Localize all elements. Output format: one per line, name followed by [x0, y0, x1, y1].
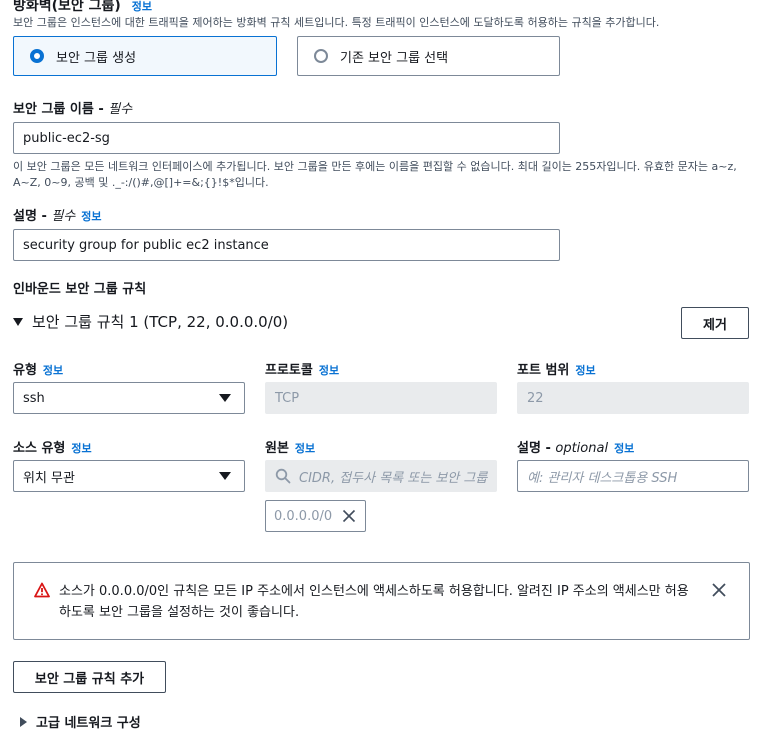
sg-desc-input[interactable]: security group for public ec2 instance — [13, 229, 560, 261]
create-security-group-label: 보안 그룹 생성 — [56, 50, 137, 66]
close-icon[interactable] — [342, 509, 356, 523]
sg-desc-label-text: 설명 - — [13, 209, 52, 224]
protocol-input: TCP — [265, 382, 497, 414]
warning-message: 소스가 0.0.0.0/0인 규칙은 모든 IP 주소에서 인스턴스에 액세스하… — [59, 581, 689, 623]
port-range-label-text: 포트 범위 — [517, 363, 570, 378]
protocol-label-text: 프로토콜 — [265, 363, 313, 378]
type-label: 유형 정보 — [13, 359, 63, 378]
search-icon — [275, 468, 291, 484]
firewall-info-link[interactable]: 정보 — [132, 0, 152, 13]
sg-desc-required: 필수 — [51, 209, 76, 224]
warning-line-2: 하도록 보안 그룹을 설정하는 것이 좋습니다. — [59, 605, 300, 620]
rule-expand-toggle[interactable]: 보안 그룹 규칙 1 (TCP, 22, 0.0.0.0/0) — [13, 311, 288, 332]
type-info-link[interactable]: 정보 — [43, 364, 63, 377]
caret-down-icon — [219, 394, 231, 402]
source-type-info-link[interactable]: 정보 — [71, 442, 91, 455]
source-search-input[interactable]: CIDR, 접두사 목록 또는 보안 그룹 — [265, 460, 497, 492]
add-security-group-rule-button[interactable]: 보안 그룹 규칙 추가 — [13, 661, 166, 693]
firewall-title-row: 방화벽(보안 그룹) 정보 — [13, 0, 152, 15]
source-type-label: 소스 유형 정보 — [13, 437, 92, 456]
firewall-title: 방화벽(보안 그룹) — [13, 0, 121, 14]
sg-name-label: 보안 그룹 이름 - 필수 — [13, 98, 132, 117]
source-type-select-value: 위치 무관 — [23, 470, 75, 486]
port-range-input: 22 — [517, 382, 749, 414]
close-icon[interactable] — [712, 583, 726, 597]
type-select-value: ssh — [23, 390, 45, 406]
rule-desc-input[interactable]: 예: 관리자 데스크톱용 SSH — [517, 460, 749, 492]
type-select[interactable]: ssh — [13, 382, 245, 414]
radio-selected-icon — [30, 49, 44, 63]
inbound-rules-title: 인바운드 보안 그룹 규칙 — [13, 282, 147, 297]
source-cidr-token-label: 0.0.0.0/0 — [274, 508, 333, 524]
source-type-label-text: 소스 유형 — [13, 441, 66, 456]
source-label-text: 원본 — [265, 441, 289, 456]
warning-line-1: 소스가 0.0.0.0/0인 규칙은 모든 IP 주소에서 인스턴스에 액세스하… — [59, 584, 689, 599]
warning-alert: 소스가 0.0.0.0/0인 규칙은 모든 IP 주소에서 인스턴스에 액세스하… — [13, 562, 750, 640]
sg-desc-label: 설명 - 필수 정보 — [13, 205, 102, 224]
rule-title: 보안 그룹 규칙 1 (TCP, 22, 0.0.0.0/0) — [32, 313, 289, 331]
sg-name-help-1: 이 보안 그룹은 모든 네트워크 인터페이스에 추가됩니다. 보안 그룹을 만든… — [13, 160, 737, 173]
radio-unselected-icon — [314, 49, 328, 63]
caret-right-icon — [20, 716, 27, 727]
sg-name-help-2: A~Z, 0~9, 공백 및 ._-:/()#,@[]+=&;{}!$*입니다. — [13, 176, 269, 189]
sg-desc-info-link[interactable]: 정보 — [81, 210, 101, 223]
source-label: 원본 정보 — [265, 437, 315, 456]
sg-name-required: 필수 — [108, 102, 133, 117]
select-existing-security-group-option[interactable]: 기존 보안 그룹 선택 — [297, 36, 560, 76]
type-label-text: 유형 — [13, 363, 37, 378]
source-search-placeholder: CIDR, 접두사 목록 또는 보안 그룹 — [299, 470, 488, 486]
warning-icon — [34, 582, 50, 598]
advanced-network-config-toggle[interactable]: 고급 네트워크 구성 — [20, 712, 141, 731]
remove-rule-button[interactable]: 제거 — [681, 307, 749, 339]
rule-desc-info-link[interactable]: 정보 — [614, 442, 634, 455]
port-range-label: 포트 범위 정보 — [517, 359, 596, 378]
protocol-info-link[interactable]: 정보 — [319, 364, 339, 377]
caret-down-icon — [219, 472, 231, 480]
firewall-description: 보안 그룹은 인스턴스에 대한 트래픽을 제어하는 방화벽 규칙 세트입니다. … — [13, 16, 660, 29]
source-info-link[interactable]: 정보 — [295, 442, 315, 455]
rule-desc-label: 설명 - optional 정보 — [517, 437, 634, 456]
create-security-group-option[interactable]: 보안 그룹 생성 — [13, 36, 277, 76]
caret-down-icon — [13, 317, 23, 326]
select-existing-security-group-label: 기존 보안 그룹 선택 — [340, 50, 449, 66]
advanced-network-config-label: 고급 네트워크 구성 — [36, 716, 141, 731]
sg-name-label-text: 보안 그룹 이름 - — [13, 102, 109, 117]
source-type-select[interactable]: 위치 무관 — [13, 460, 245, 492]
protocol-label: 프로토콜 정보 — [265, 359, 339, 378]
source-cidr-token: 0.0.0.0/0 — [265, 500, 366, 532]
rule-desc-optional: optional — [555, 441, 609, 456]
rule-desc-label-text: 설명 - — [517, 441, 556, 456]
sg-name-input[interactable]: public-ec2-sg — [13, 122, 560, 154]
port-range-info-link[interactable]: 정보 — [575, 364, 595, 377]
